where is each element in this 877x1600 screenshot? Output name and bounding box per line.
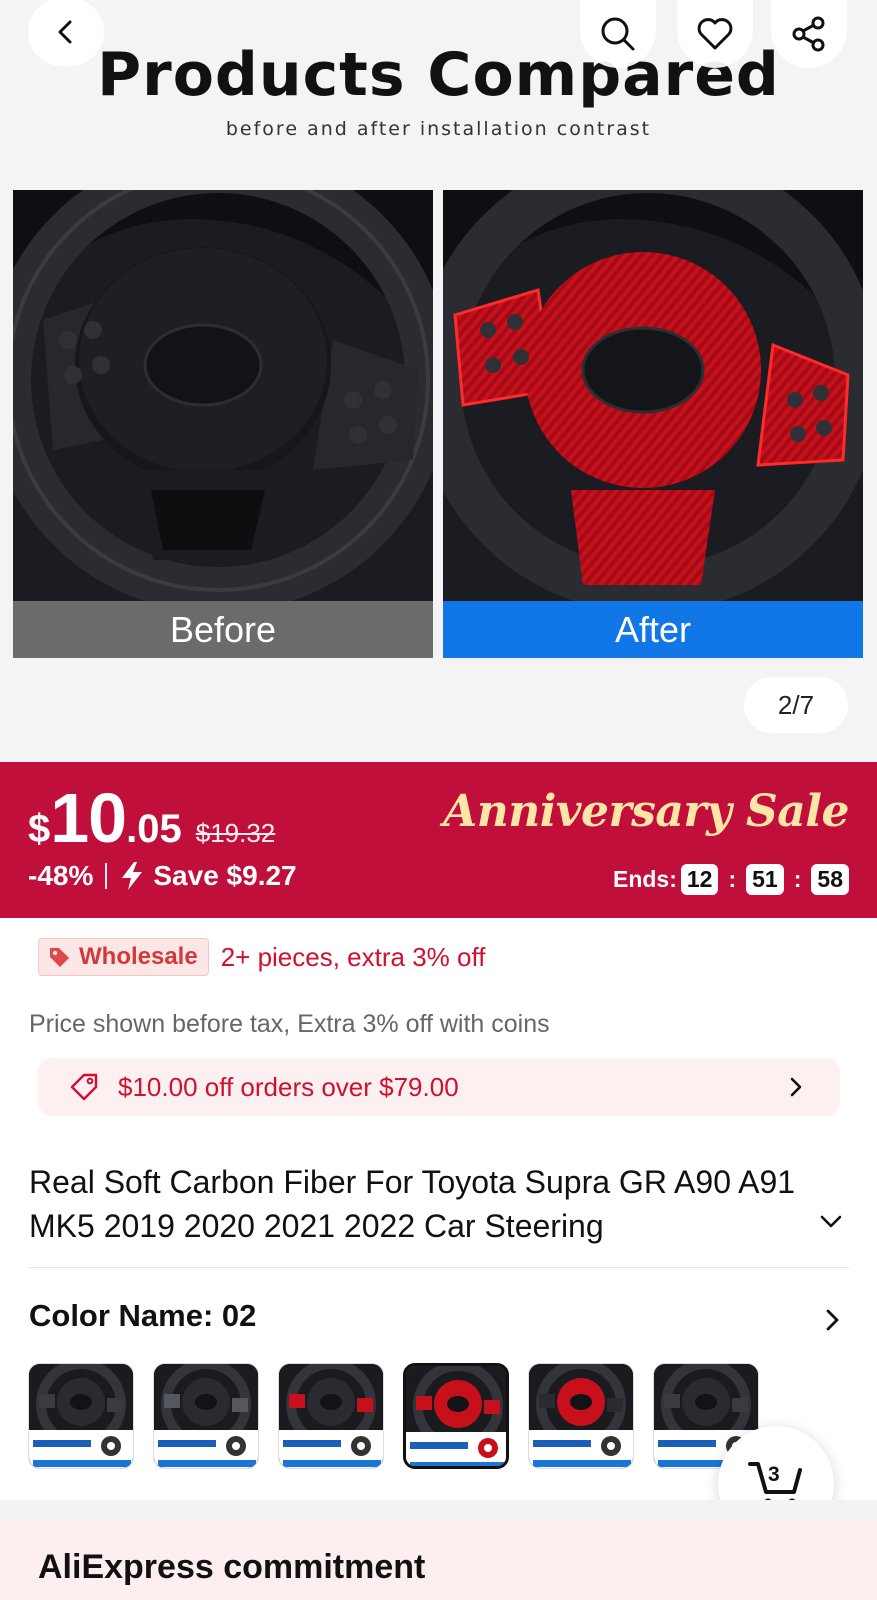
countdown: Ends: 12 : 51 : 58 bbox=[613, 864, 849, 895]
before-label: Before bbox=[13, 601, 433, 658]
after-label: After bbox=[443, 601, 863, 658]
colon: : bbox=[728, 866, 737, 892]
price-tag-icon bbox=[50, 948, 69, 967]
color-name-label[interactable]: Color Name: 02 bbox=[29, 1298, 256, 1334]
coupon-icon bbox=[68, 1071, 100, 1103]
steering-wheel-after-image bbox=[443, 190, 863, 601]
discount-percent: -48% bbox=[28, 860, 94, 891]
wholesale-text: 2+ pieces, extra 3% off bbox=[220, 941, 486, 972]
back-button[interactable] bbox=[28, 0, 104, 66]
ends-label: Ends: bbox=[612, 866, 677, 892]
price-integer: 10 bbox=[50, 779, 127, 857]
chevron-right-icon bbox=[826, 1309, 839, 1331]
cart-count: 3 bbox=[768, 1463, 780, 1486]
color-swatch[interactable] bbox=[153, 1363, 259, 1469]
wholesale-badge: Wholesale bbox=[38, 938, 209, 976]
sale-title: Anniversary Sale bbox=[443, 786, 849, 837]
original-price: $19.32 bbox=[195, 818, 276, 848]
color-swatch[interactable] bbox=[28, 1363, 134, 1469]
image-counter: 2/7 bbox=[744, 677, 848, 733]
gallery-image-subtitle: before and after installation contrast bbox=[225, 118, 652, 140]
tax-note: Price shown before tax, Extra 3% off wit… bbox=[29, 1010, 550, 1038]
divider bbox=[29, 1267, 849, 1268]
chevron-right-icon bbox=[786, 1075, 806, 1099]
expand-title-button[interactable] bbox=[818, 1212, 844, 1237]
section-gap bbox=[0, 1500, 877, 1518]
wholesale-badge-label: Wholesale bbox=[79, 943, 198, 970]
commitment-section: AliExpress commitment bbox=[0, 1518, 877, 1600]
commitment-title: AliExpress commitment bbox=[38, 1548, 426, 1586]
countdown-seconds: 58 bbox=[811, 864, 849, 895]
back-icon bbox=[58, 20, 72, 44]
heart-icon bbox=[697, 18, 733, 50]
discount-row: -48% Save $9.27 bbox=[28, 860, 297, 892]
wholesale-offer[interactable]: Wholesale 2+ pieces, extra 3% off bbox=[38, 938, 485, 976]
share-icon bbox=[792, 16, 825, 52]
steering-wheel-before-image bbox=[13, 190, 433, 601]
price: $ 10 .05 $19.32 bbox=[28, 778, 275, 858]
search-icon bbox=[601, 17, 635, 51]
product-page: Products Compared before and after insta… bbox=[0, 0, 877, 1600]
color-selector-button[interactable] bbox=[822, 1307, 842, 1338]
color-swatch[interactable] bbox=[278, 1363, 384, 1469]
countdown-minutes: 51 bbox=[746, 864, 784, 895]
save-amount: Save $9.27 bbox=[153, 860, 297, 891]
colon: : bbox=[793, 866, 802, 892]
countdown-hours: 12 bbox=[680, 864, 719, 895]
lightning-icon bbox=[119, 861, 145, 891]
color-swatch-list bbox=[28, 1363, 778, 1469]
image-gallery[interactable]: Products Compared before and after insta… bbox=[0, 0, 877, 762]
color-swatch[interactable] bbox=[528, 1363, 634, 1469]
product-title[interactable]: Real Soft Carbon Fiber For Toyota Supra … bbox=[29, 1160, 819, 1248]
coupon-text: $10.00 off orders over $79.00 bbox=[118, 1071, 459, 1102]
before-photo: Before bbox=[13, 190, 433, 658]
price-banner: $ 10 .05 $19.32 Anniversary Sale -48% Sa… bbox=[0, 762, 877, 918]
price-currency: $ bbox=[28, 807, 51, 851]
divider bbox=[105, 863, 108, 889]
price-decimal: .05 bbox=[126, 807, 182, 851]
after-photo: After bbox=[443, 190, 863, 658]
coupon-banner[interactable]: $10.00 off orders over $79.00 bbox=[38, 1058, 840, 1116]
chevron-down-icon bbox=[820, 1215, 842, 1228]
color-swatch[interactable] bbox=[403, 1363, 509, 1469]
